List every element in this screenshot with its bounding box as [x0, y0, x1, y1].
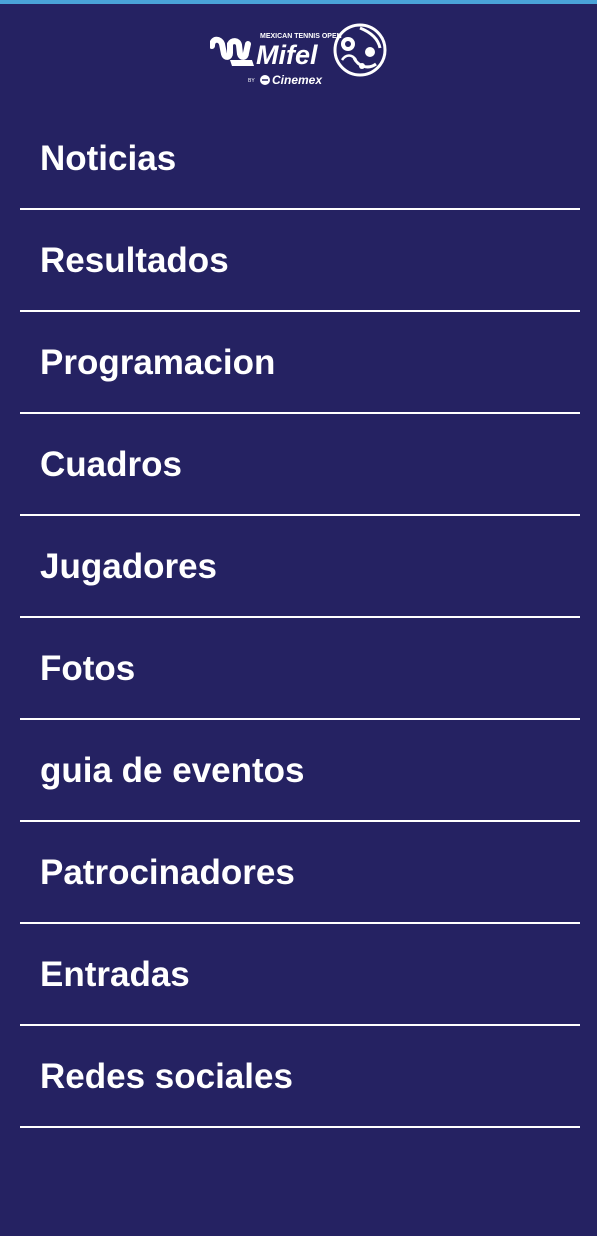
- menu-item-label: Patrocinadores: [40, 853, 295, 892]
- menu-item-redes-sociales[interactable]: Redes sociales: [20, 1026, 580, 1128]
- menu-item-label: Noticias: [40, 139, 177, 178]
- logo-brand-text: Mifel: [256, 40, 318, 70]
- logo-by-text: BY: [248, 78, 255, 84]
- main-menu: Noticias Resultados Programacion Cuadros…: [20, 108, 580, 1128]
- menu-item-label: Redes sociales: [40, 1057, 293, 1096]
- menu-item-label: guia de eventos: [40, 751, 305, 790]
- top-accent-bar: [0, 0, 597, 4]
- menu-item-label: Cuadros: [40, 445, 182, 484]
- menu-item-programacion[interactable]: Programacion: [20, 312, 580, 414]
- menu-item-label: Entradas: [40, 955, 190, 994]
- logo-sponsor-text: Cinemex: [272, 73, 323, 87]
- menu-item-label: Jugadores: [40, 547, 217, 586]
- logo-graphic: MEXICAN TENNIS OPEN Mifel BY Cinemex: [210, 23, 387, 87]
- menu-item-label: Fotos: [40, 649, 136, 688]
- menu-item-fotos[interactable]: Fotos: [20, 618, 580, 720]
- menu-item-label: Resultados: [40, 241, 229, 280]
- menu-item-label: Programacion: [40, 343, 276, 382]
- mifel-cinemex-logo: MEXICAN TENNIS OPEN Mifel BY Cinemex: [210, 20, 390, 92]
- menu-item-patrocinadores[interactable]: Patrocinadores: [20, 822, 580, 924]
- menu-item-cuadros[interactable]: Cuadros: [20, 414, 580, 516]
- logo-top-text: MEXICAN TENNIS OPEN: [260, 33, 342, 40]
- menu-item-entradas[interactable]: Entradas: [20, 924, 580, 1026]
- menu-item-guia-de-eventos[interactable]: guia de eventos: [20, 720, 580, 822]
- menu-item-noticias[interactable]: Noticias: [20, 108, 580, 210]
- menu-item-resultados[interactable]: Resultados: [20, 210, 580, 312]
- menu-item-jugadores[interactable]: Jugadores: [20, 516, 580, 618]
